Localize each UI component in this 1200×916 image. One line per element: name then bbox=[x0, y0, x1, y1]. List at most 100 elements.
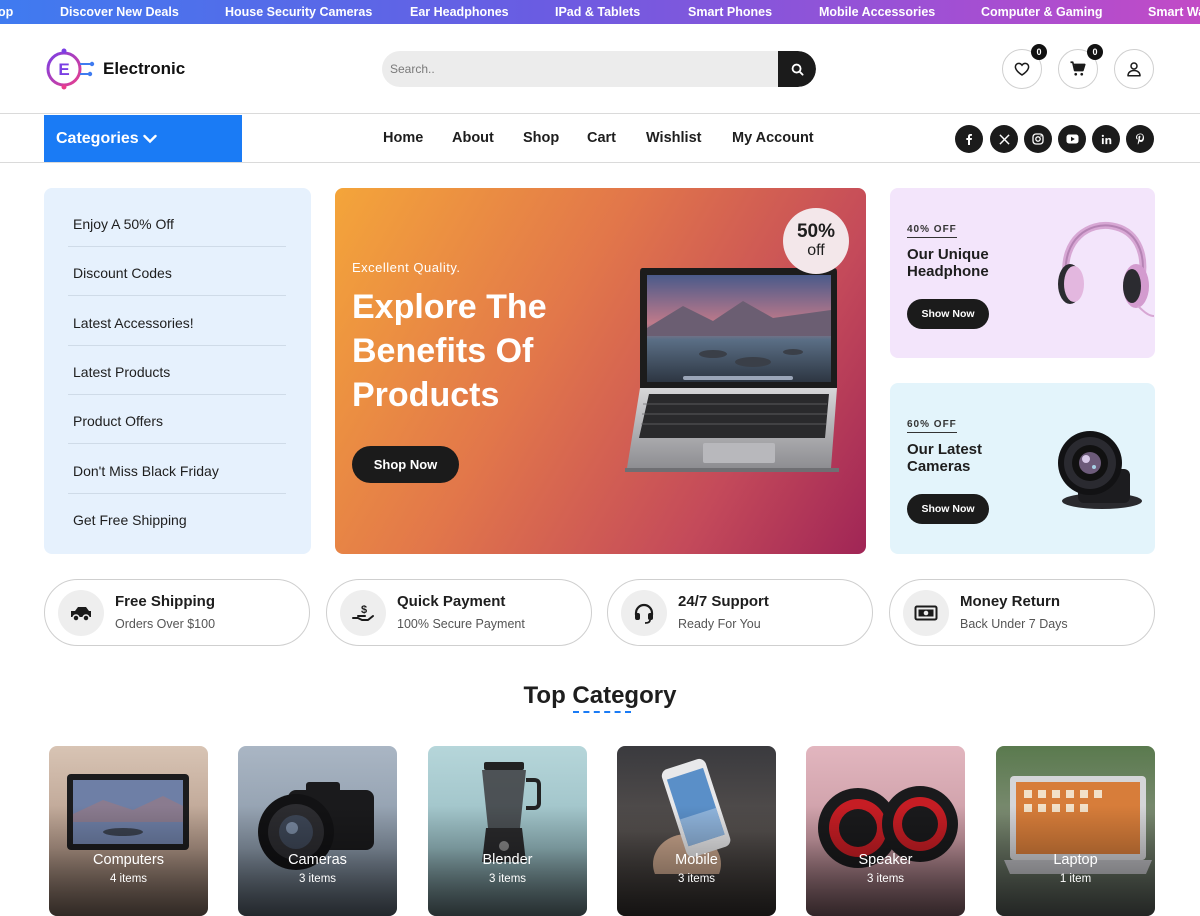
categories-button[interactable]: Categories bbox=[44, 115, 242, 162]
category-name: Computers bbox=[93, 852, 164, 868]
pinterest-icon[interactable] bbox=[1126, 125, 1154, 153]
promo-title: Our Unique Headphone bbox=[907, 246, 989, 280]
category-card-computers[interactable]: Computers 4 items bbox=[49, 746, 208, 916]
ticker-item[interactable]: House Security Cameras bbox=[225, 5, 372, 19]
feature-quick-payment: $ Quick Payment 100% Secure Payment bbox=[326, 579, 592, 646]
nav-my-account[interactable]: My Account bbox=[732, 130, 814, 146]
sidebar-item[interactable]: Product Offers bbox=[68, 395, 286, 444]
headset-icon bbox=[634, 603, 654, 624]
sidebar-item[interactable]: Latest Accessories! bbox=[68, 297, 286, 346]
feature-subtitle: Orders Over $100 bbox=[115, 617, 216, 631]
ticker-item[interactable]: Computer & Gaming bbox=[981, 5, 1103, 19]
ticker-item[interactable]: Discover New Deals bbox=[60, 5, 179, 19]
promo-sidebar: Enjoy A 50% Off Discount Codes Latest Ac… bbox=[44, 188, 311, 554]
promo-show-now-button[interactable]: Show Now bbox=[907, 494, 989, 524]
hand-dollar-icon: $ bbox=[352, 604, 374, 621]
account-button[interactable] bbox=[1114, 49, 1154, 89]
category-count: 3 items bbox=[866, 873, 905, 885]
hero-eyebrow: Excellent Quality. bbox=[352, 260, 461, 275]
category-count: 3 items bbox=[677, 873, 716, 885]
promo-card-headphone: 40% OFF Our Unique Headphone Show Now bbox=[890, 188, 1155, 358]
camera-lens-image bbox=[1058, 431, 1142, 509]
sidebar-item[interactable]: Get Free Shipping bbox=[68, 494, 286, 543]
category-name: Blender bbox=[482, 852, 533, 868]
facebook-icon[interactable] bbox=[955, 125, 983, 153]
discount-off-label: off bbox=[807, 242, 825, 259]
nav-about[interactable]: About bbox=[452, 130, 494, 146]
truck-icon bbox=[71, 607, 91, 622]
main-nav: Categories Home About Shop Cart Wishlist… bbox=[0, 114, 1200, 163]
feature-title: Quick Payment bbox=[397, 593, 506, 610]
logo-icon[interactable]: E bbox=[44, 46, 100, 92]
user-icon bbox=[1127, 62, 1141, 77]
logo-text[interactable]: Electronic bbox=[103, 59, 185, 79]
nav-shop[interactable]: Shop bbox=[523, 130, 559, 146]
x-icon[interactable] bbox=[990, 125, 1018, 153]
discount-percent: 50% bbox=[796, 221, 836, 242]
category-card-speaker[interactable]: Speaker 3 items bbox=[806, 746, 965, 916]
search-input[interactable] bbox=[382, 51, 779, 87]
ticker-item[interactable]: IPad & Tablets bbox=[555, 5, 640, 19]
sidebar-item[interactable]: Enjoy A 50% Off bbox=[68, 198, 286, 247]
category-card-mobile[interactable]: Mobile 3 items bbox=[617, 746, 776, 916]
feature-free-shipping: Free Shipping Orders Over $100 bbox=[44, 579, 310, 646]
feature-support: 24/7 Support Ready For You bbox=[607, 579, 873, 646]
promo-show-now-button[interactable]: Show Now bbox=[907, 299, 989, 329]
chevron-down-icon bbox=[143, 134, 157, 143]
ticker-item[interactable]: Mobile Accessories bbox=[819, 5, 935, 19]
category-card-laptop[interactable]: Laptop 1 item bbox=[996, 746, 1155, 916]
nav-cart[interactable]: Cart bbox=[587, 130, 616, 146]
feature-title: Free Shipping bbox=[115, 593, 216, 610]
promo-tag: 60% OFF bbox=[907, 419, 957, 433]
ticker-item[interactable]: Smart Wa bbox=[1148, 5, 1200, 19]
svg-text:E: E bbox=[58, 60, 69, 79]
wishlist-count-badge: 0 bbox=[1031, 44, 1047, 60]
ticker-item[interactable]: Smart Phones bbox=[688, 5, 772, 19]
category-name: Mobile bbox=[675, 852, 718, 868]
promo-ticker: op Discover New Deals House Security Cam… bbox=[0, 0, 1200, 24]
categories-label: Categories bbox=[56, 129, 139, 147]
promo-card-cameras: 60% OFF Our Latest Cameras Show Now bbox=[890, 383, 1155, 554]
headphone-image bbox=[1058, 221, 1154, 317]
hero-title: Explore The Benefits Of Products bbox=[352, 288, 547, 414]
sidebar-item[interactable]: Discount Codes bbox=[68, 247, 286, 296]
feature-subtitle: Back Under 7 Days bbox=[960, 617, 1068, 631]
cart-count-badge: 0 bbox=[1087, 44, 1103, 60]
laptop-image bbox=[625, 268, 839, 472]
promo-tag: 40% OFF bbox=[907, 224, 957, 238]
instagram-icon[interactable] bbox=[1024, 125, 1052, 153]
site-header: E Electronic 0 0 bbox=[0, 24, 1200, 114]
linkedin-icon[interactable] bbox=[1092, 125, 1120, 153]
category-name: Cameras bbox=[288, 852, 347, 868]
section-title: Top Category bbox=[523, 682, 677, 709]
youtube-icon[interactable] bbox=[1058, 125, 1086, 153]
hero-shop-now-button[interactable]: Shop Now bbox=[352, 446, 459, 483]
search-icon bbox=[791, 63, 804, 76]
feature-subtitle: Ready For You bbox=[678, 617, 761, 631]
svg-text:$: $ bbox=[361, 604, 367, 616]
category-name: Speaker bbox=[858, 852, 913, 868]
nav-wishlist[interactable]: Wishlist bbox=[646, 130, 701, 146]
wishlist-button[interactable]: 0 bbox=[1002, 44, 1047, 89]
money-icon bbox=[914, 605, 938, 621]
nav-home[interactable]: Home bbox=[383, 130, 423, 146]
search-bar bbox=[382, 51, 816, 87]
sidebar-item[interactable]: Don't Miss Black Friday bbox=[68, 445, 286, 494]
category-name: Laptop bbox=[1053, 852, 1098, 868]
category-count: 3 items bbox=[298, 873, 337, 885]
ticker-item[interactable]: op bbox=[0, 5, 13, 19]
cart-button[interactable]: 0 bbox=[1058, 44, 1103, 89]
category-card-cameras[interactable]: Cameras 3 items bbox=[238, 746, 397, 916]
sidebar-item[interactable]: Latest Products bbox=[68, 346, 286, 395]
search-button[interactable] bbox=[778, 51, 816, 87]
category-count: 1 item bbox=[1059, 873, 1092, 885]
heart-icon bbox=[1014, 62, 1030, 76]
category-count: 4 items bbox=[109, 873, 148, 885]
category-count: 3 items bbox=[488, 873, 527, 885]
discount-badge: 50% off bbox=[783, 208, 849, 274]
ticker-item[interactable]: Ear Headphones bbox=[410, 5, 509, 19]
feature-title: 24/7 Support bbox=[678, 593, 769, 610]
feature-title: Money Return bbox=[960, 593, 1061, 610]
category-card-blender[interactable]: Blender 3 items bbox=[428, 746, 587, 916]
hero-banner: Excellent Quality. Explore The Benefits … bbox=[335, 188, 866, 554]
